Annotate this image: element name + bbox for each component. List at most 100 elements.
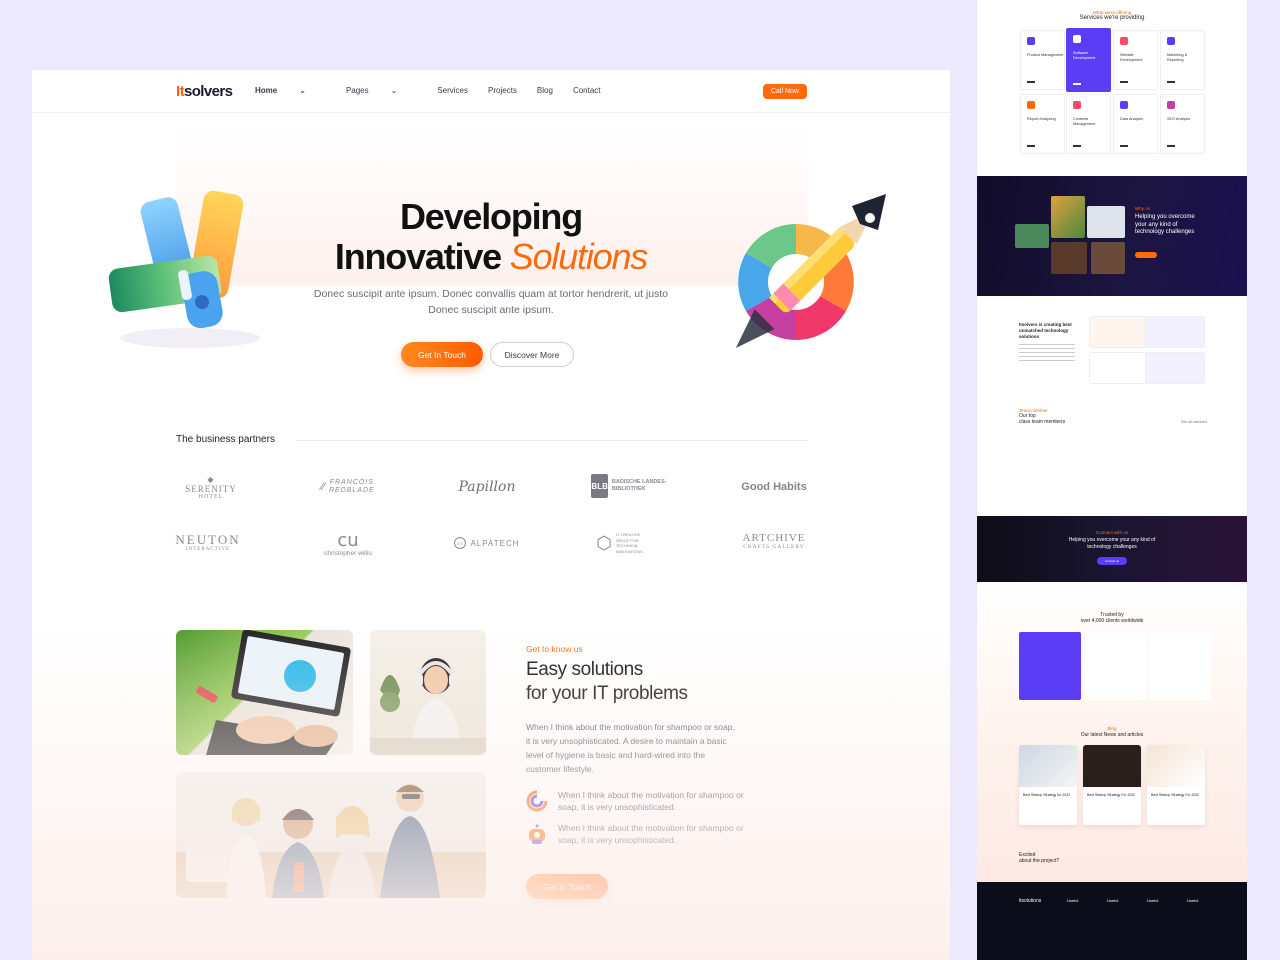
- about-get-in-touch-button[interactable]: Get In Touch: [526, 874, 608, 899]
- about-title-line2: for your IT problems: [526, 683, 688, 704]
- partner-logo-good-habits: Good Habits: [741, 481, 807, 493]
- chevron-down-icon: ⌄: [390, 86, 398, 95]
- footer-logo: itsolutions: [1019, 898, 1042, 904]
- divider: [1027, 145, 1035, 147]
- news-card[interactable]: Best Startup Strategy For 2022: [1147, 745, 1205, 825]
- stat-card: [1089, 316, 1149, 348]
- nav-item-contact[interactable]: Contact: [573, 86, 601, 95]
- service-card[interactable]: Report Analysing: [1020, 94, 1065, 154]
- testimonial-card[interactable]: [1085, 632, 1147, 700]
- news-card[interactable]: Best Startup Strategy For 2022: [1083, 745, 1141, 825]
- divider: [1167, 81, 1175, 83]
- footer-column-title: Useful: [1147, 898, 1159, 903]
- service-icon: [1073, 35, 1081, 43]
- partner-logo-artchive: ARTCHIVE CRAFTS GALLERY: [742, 532, 806, 551]
- why-us-button[interactable]: [1135, 252, 1157, 258]
- about-preview-title: Itsolvers is creating best unmatched tec…: [1019, 322, 1072, 339]
- service-icon: [1027, 37, 1035, 45]
- stat-card: [1089, 352, 1149, 384]
- service-icon: [1120, 37, 1128, 45]
- news-image: [1019, 745, 1077, 787]
- get-in-touch-button[interactable]: Get In Touch: [401, 342, 483, 367]
- blb-mark-icon: BLB: [591, 474, 608, 498]
- news-image: [1147, 745, 1205, 787]
- service-card[interactable]: Data Analysis: [1113, 94, 1158, 154]
- cw-monogram-icon: cu: [337, 529, 359, 551]
- news-title: Our latest News and articles: [1080, 732, 1144, 738]
- alpatech-mark-icon: AT: [454, 537, 467, 549]
- feature-item: When I think about the motivation for sh…: [526, 823, 756, 846]
- service-card[interactable]: Product Management: [1020, 30, 1065, 90]
- divider: [1120, 145, 1128, 147]
- partner-logo-francois: ⁄∕ FRANCOIS REDBLADE: [321, 479, 375, 494]
- discover-more-button[interactable]: Discover More: [490, 342, 574, 367]
- serenity-mark-icon: ◆: [207, 474, 215, 484]
- why-us-title: Helping you overcome your any kind of te…: [1135, 214, 1195, 235]
- francois-mark-icon: ⁄∕: [321, 481, 325, 493]
- see-all-members-link[interactable]: See all members: [1181, 420, 1207, 424]
- testimonials-title-line2: over 4,000 clients worldwide: [1080, 618, 1144, 624]
- nav-item-services[interactable]: Services: [437, 86, 468, 95]
- landing-page-preview: Itsolvers Home ⌄ Pages ⌄ Services Projects…: [32, 70, 950, 960]
- news-eyebrow: Blog: [1107, 726, 1117, 731]
- chevron-down-icon: ⌄: [299, 86, 306, 95]
- chart-ring-icon: [526, 790, 548, 812]
- contact-us-button[interactable]: Contact us: [1097, 557, 1127, 565]
- gallery-image: [1087, 206, 1125, 238]
- testimonial-card-active[interactable]: [1019, 632, 1081, 700]
- cube-icon: ⬡: [596, 532, 612, 553]
- call-now-button[interactable]: Call Now: [763, 84, 807, 99]
- about-preview-section: Itsolvers is creating best unmatched tec…: [977, 296, 1247, 404]
- partner-logo-it-creative: ⬡ IT CREATIVE SPACE FOR TECHNICAL INNOVAT…: [596, 532, 643, 554]
- connect-section: Connect with us Helping you overcome you…: [977, 516, 1247, 582]
- services-title: Services we're providing: [1079, 15, 1145, 21]
- footer-column-title: Useful: [1187, 898, 1199, 903]
- footer-column-title: Useful: [1107, 898, 1119, 903]
- divider: [1073, 83, 1081, 85]
- nav-item-home[interactable]: Home ⌄: [255, 86, 326, 95]
- nav-item-blog[interactable]: Blog: [537, 86, 553, 95]
- gallery-image: [1015, 224, 1049, 248]
- testimonial-card[interactable]: [1149, 632, 1211, 700]
- partner-logo-serenity: ◆ SERENITY HOTEL: [185, 474, 237, 500]
- text-lines: [1019, 344, 1075, 364]
- gallery-image: [1051, 196, 1085, 238]
- service-icon: [1120, 101, 1128, 109]
- feature-item: When I think about the motivation for sh…: [526, 790, 756, 813]
- services-section: What we're offering Services we're provi…: [977, 0, 1247, 176]
- stat-card: [1145, 352, 1205, 384]
- headphones-woman-photo-art: [370, 658, 486, 755]
- news-image: [1083, 745, 1141, 787]
- partner-logo-christopher-willis: cu christopher willis: [324, 529, 372, 557]
- divider: [1167, 145, 1175, 147]
- robot-face-icon: [529, 824, 545, 844]
- nav-item-pages[interactable]: Pages ⌄: [346, 86, 417, 95]
- full-page-preview: What we're offering Services we're provi…: [977, 0, 1247, 960]
- headphones-woman-photo: [370, 630, 486, 755]
- about-eyebrow: Get to know us: [526, 644, 583, 654]
- top-navbar: Itsolvers Home ⌄ Pages ⌄ Services Projects…: [32, 70, 950, 113]
- service-card[interactable]: Contents Management: [1066, 94, 1111, 154]
- about-title-line1: Easy solutions: [526, 659, 643, 680]
- laptop-photo-art: [196, 630, 351, 755]
- service-icon: [1167, 101, 1175, 109]
- divider: [1073, 145, 1081, 147]
- service-icon: [1073, 101, 1081, 109]
- partners-title: The business partners: [176, 434, 275, 445]
- service-icon: [1027, 101, 1035, 109]
- nav-item-projects[interactable]: Projects: [488, 86, 517, 95]
- service-card[interactable]: SEO Analysis: [1160, 94, 1205, 154]
- service-icon: [1167, 37, 1175, 45]
- service-card[interactable]: Website Development: [1113, 30, 1158, 90]
- site-logo[interactable]: Itsolvers: [176, 83, 233, 100]
- service-card[interactable]: Marketing & Reporting: [1160, 30, 1205, 90]
- laptop-photo: [176, 630, 353, 755]
- partner-logo-neuton: NEUTON INTERACTIVE: [175, 532, 241, 552]
- gallery-image: [1091, 242, 1125, 274]
- news-card[interactable]: Best Startup Strategy for 2022: [1019, 745, 1077, 825]
- service-card-active[interactable]: Software Development: [1066, 28, 1111, 92]
- team-title-line2: class team members: [1019, 419, 1066, 425]
- divider: [1120, 81, 1128, 83]
- connect-title: Helping you overcome your any kind of te…: [1068, 537, 1156, 550]
- divider: [1027, 81, 1035, 83]
